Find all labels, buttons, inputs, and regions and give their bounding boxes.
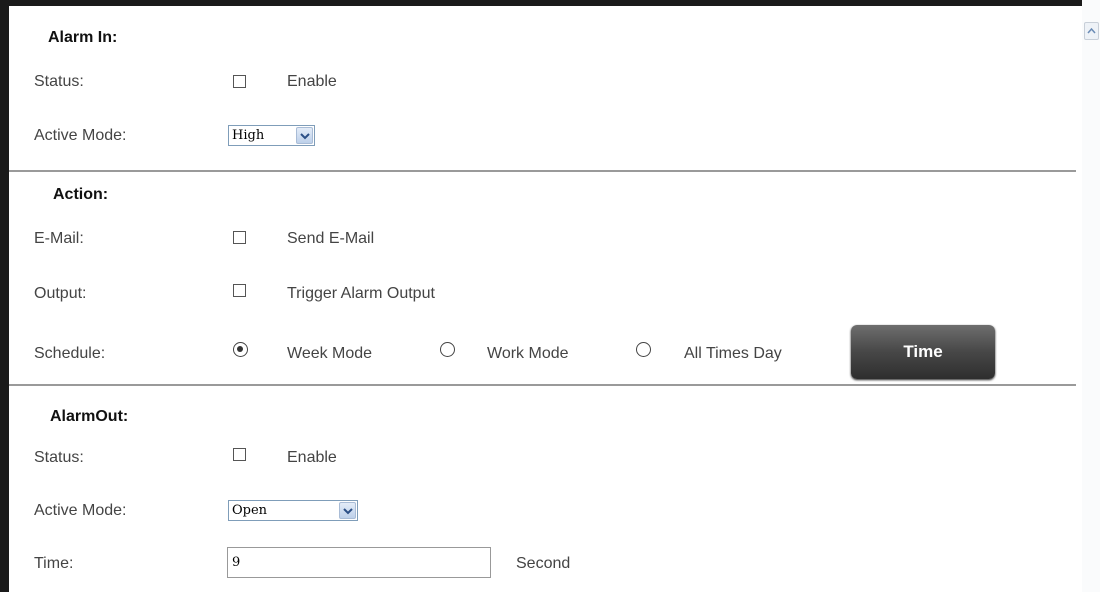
send-email-checkbox[interactable] bbox=[233, 231, 246, 244]
email-label: E-Mail: bbox=[34, 230, 84, 247]
all-times-day-radio[interactable] bbox=[636, 342, 651, 357]
section-divider bbox=[9, 170, 1076, 172]
alarm-in-active-mode-label: Active Mode: bbox=[34, 127, 127, 144]
work-mode-label: Work Mode bbox=[487, 345, 569, 362]
alarm-in-enable-label: Enable bbox=[287, 73, 337, 90]
alarm-out-active-mode-value: Open bbox=[232, 503, 268, 518]
action-title: Action: bbox=[53, 186, 109, 203]
chevron-up-icon bbox=[1087, 27, 1096, 34]
alarm-out-title: AlarmOut: bbox=[50, 408, 129, 425]
alarm-out-time-label: Time: bbox=[34, 555, 74, 572]
alarm-in-active-mode-select[interactable]: High bbox=[228, 125, 315, 146]
week-mode-radio[interactable] bbox=[233, 342, 248, 357]
alarm-out-active-mode-label: Active Mode: bbox=[34, 502, 127, 519]
window-left-border bbox=[0, 0, 9, 592]
alarm-in-title: Alarm In: bbox=[48, 29, 118, 46]
alarm-out-status-label: Status: bbox=[34, 449, 84, 466]
alarm-out-time-value: 9 bbox=[232, 555, 241, 570]
section-divider bbox=[9, 384, 1076, 386]
trigger-alarm-output-checkbox[interactable] bbox=[233, 284, 246, 297]
alarm-out-time-unit: Second bbox=[516, 555, 571, 572]
alarm-settings-panel bbox=[9, 6, 1082, 592]
week-mode-label: Week Mode bbox=[287, 345, 373, 362]
all-times-day-label: All Times Day bbox=[684, 345, 782, 362]
send-email-label: Send E-Mail bbox=[287, 230, 375, 247]
alarm-out-enable-checkbox[interactable] bbox=[233, 448, 246, 461]
trigger-alarm-output-label: Trigger Alarm Output bbox=[287, 285, 435, 302]
chevron-down-icon bbox=[296, 127, 313, 144]
time-button[interactable]: Time bbox=[851, 325, 995, 379]
vertical-scrollbar[interactable] bbox=[1082, 0, 1100, 592]
alarm-in-active-mode-value: High bbox=[232, 128, 265, 143]
work-mode-radio[interactable] bbox=[440, 342, 455, 357]
alarm-out-active-mode-select[interactable]: Open bbox=[228, 500, 358, 521]
alarm-out-enable-label: Enable bbox=[287, 449, 337, 466]
schedule-label: Schedule: bbox=[34, 345, 106, 362]
alarm-in-status-label: Status: bbox=[34, 73, 84, 90]
alarm-in-enable-checkbox[interactable] bbox=[233, 75, 246, 88]
scroll-up-button[interactable] bbox=[1084, 22, 1099, 40]
output-label: Output: bbox=[34, 285, 87, 302]
chevron-down-icon bbox=[339, 502, 356, 519]
alarm-out-time-input[interactable]: 9 bbox=[227, 547, 491, 578]
